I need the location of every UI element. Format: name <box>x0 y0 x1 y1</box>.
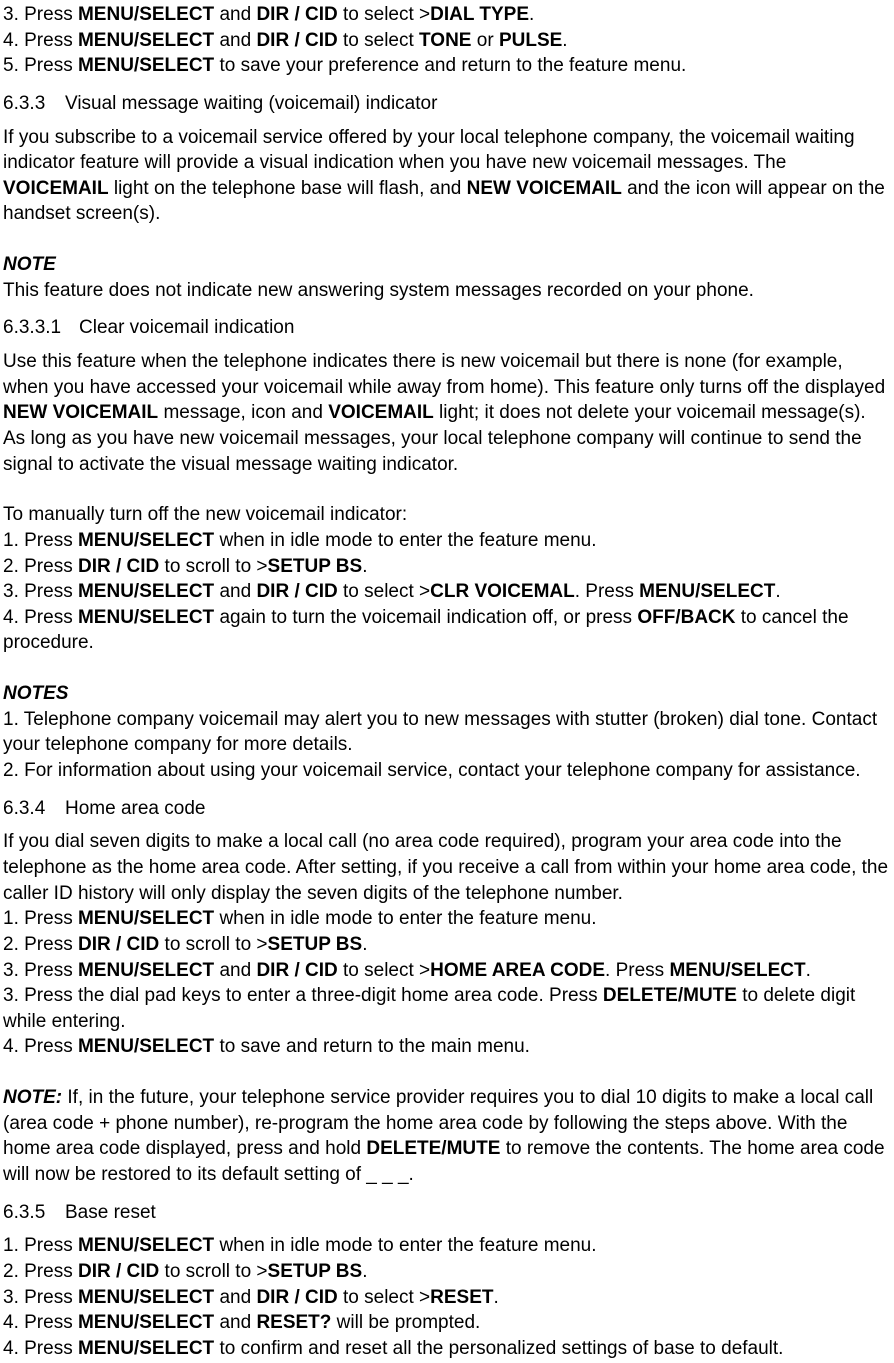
step-line: 3. Press MENU/SELECT and DIR / CID to se… <box>3 958 891 984</box>
step-line: 4. Press MENU/SELECT again to turn the v… <box>3 605 891 656</box>
note-item: 1. Telephone company voicemail may alert… <box>3 707 891 758</box>
paragraph: To manually turn off the new voicemail i… <box>3 502 891 528</box>
step-line: 5. Press MENU/SELECT to save your prefer… <box>3 53 891 79</box>
step-line: 2. Press DIR / CID to scroll to >SETUP B… <box>3 1259 891 1285</box>
step-line: 1. Press MENU/SELECT when in idle mode t… <box>3 1233 891 1259</box>
note-label: NOTE <box>3 252 891 278</box>
section-heading: 6.3.3.1Clear voicemail indication <box>3 315 891 341</box>
step-line: 2. Press DIR / CID to scroll to >SETUP B… <box>3 554 891 580</box>
step-line: 4. Press MENU/SELECT and RESET? will be … <box>3 1310 891 1336</box>
step-line: 2. Press DIR / CID to scroll to >SETUP B… <box>3 932 891 958</box>
step-line: 3. Press MENU/SELECT and DIR / CID to se… <box>3 1285 891 1311</box>
section-heading: 6.3.5Base reset <box>3 1200 891 1226</box>
section-heading: 6.3.3Visual message waiting (voicemail) … <box>3 91 891 117</box>
step-line: 1. Press MENU/SELECT when in idle mode t… <box>3 528 891 554</box>
step-line: 3. Press MENU/SELECT and DIR / CID to se… <box>3 2 891 28</box>
step-line: 4. Press MENU/SELECT to save and return … <box>3 1034 891 1060</box>
step-line: 3. Press MENU/SELECT and DIR / CID to se… <box>3 579 891 605</box>
section-heading: 6.3.4Home area code <box>3 796 891 822</box>
note-paragraph: NOTE: If, in the future, your telephone … <box>3 1085 891 1188</box>
step-line: 1. Press MENU/SELECT when in idle mode t… <box>3 906 891 932</box>
paragraph: Use this feature when the telephone indi… <box>3 349 891 477</box>
note-text: This feature does not indicate new answe… <box>3 278 891 304</box>
paragraph: If you subscribe to a voicemail service … <box>3 125 891 228</box>
step-line: 4. Press MENU/SELECT to confirm and rese… <box>3 1336 891 1362</box>
step-line: 4. Press MENU/SELECT and DIR / CID to se… <box>3 28 891 54</box>
notes-label: NOTES <box>3 681 891 707</box>
note-item: 2. For information about using your voic… <box>3 758 891 784</box>
step-line: 3. Press the dial pad keys to enter a th… <box>3 983 891 1034</box>
paragraph: If you dial seven digits to make a local… <box>3 829 891 906</box>
